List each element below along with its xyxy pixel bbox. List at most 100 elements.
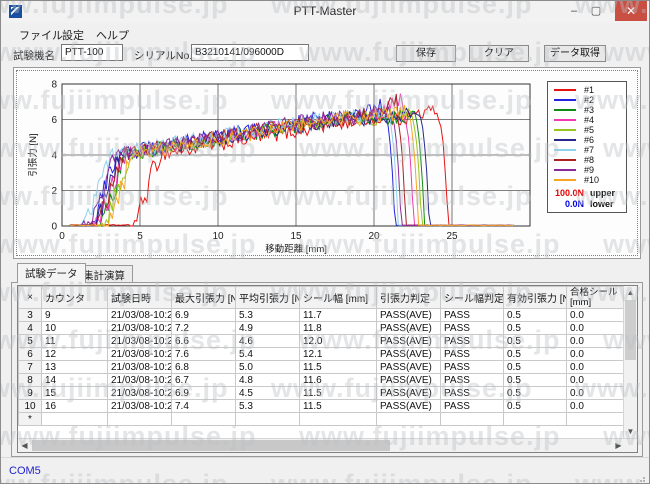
table-cell[interactable]: 5.3 [236,309,300,322]
column-header[interactable]: 平均引張力 [N] [236,287,300,309]
horizontal-scroll-thumb[interactable] [32,440,390,451]
table-cell[interactable]: 21/03/08-10:27 [108,348,172,361]
table-cell[interactable]: PASS(AVE) [377,400,441,413]
table-cell[interactable]: 11.8 [300,322,377,335]
table-cell[interactable]: PASS [441,322,504,335]
table-cell[interactable]: 15 [42,387,108,400]
table-cell[interactable]: 4.6 [236,335,300,348]
table-cell[interactable]: 0.5 [504,335,567,348]
table-cell[interactable]: 6.8 [172,361,236,374]
resize-grip-icon[interactable] [643,477,645,479]
close-button[interactable]: ✕ [615,1,647,21]
table-cell[interactable]: 11.7 [300,309,377,322]
table-cell[interactable]: 21/03/08-10:29 [108,387,172,400]
table-cell[interactable]: 11.5 [300,361,377,374]
table-cell[interactable]: 6.7 [172,374,236,387]
serial-input[interactable] [191,44,309,61]
table-cell[interactable]: 0.0 [567,348,628,361]
table-cell[interactable]: 11.5 [300,387,377,400]
row-header[interactable]: * [19,413,42,426]
column-header[interactable]: シール幅判定 [441,287,504,309]
column-header[interactable]: 最大引張力 [N] [172,287,236,309]
table-cell[interactable] [504,413,567,426]
table-cell[interactable]: PASS(AVE) [377,335,441,348]
table-cell[interactable]: 21/03/08-10:29 [108,400,172,413]
row-header[interactable]: 8 [19,374,42,387]
table-cell[interactable]: 14 [42,374,108,387]
table-cell[interactable]: 0.5 [504,322,567,335]
table-cell[interactable]: 21/03/08-10:28 [108,374,172,387]
table-cell[interactable]: PASS [441,387,504,400]
scroll-down-icon[interactable]: ▼ [624,425,637,438]
table-cell[interactable]: PASS [441,309,504,322]
table-cell[interactable] [172,413,236,426]
menu-item-settings[interactable]: 設定 [58,25,88,45]
table-cell[interactable]: PASS(AVE) [377,309,441,322]
vertical-scroll-thumb[interactable] [625,300,636,360]
table-cell[interactable] [441,413,504,426]
vertical-scrollbar[interactable]: ▲ ▼ [623,286,637,438]
table-cell[interactable]: 21/03/08-10:24 [108,309,172,322]
table-cell[interactable]: 0.0 [567,335,628,348]
table-cell[interactable]: 5.0 [236,361,300,374]
table-cell[interactable]: 0.5 [504,374,567,387]
table-cell[interactable]: 21/03/08-10:27 [108,361,172,374]
row-header[interactable]: 3 [19,309,42,322]
table-cell[interactable] [300,413,377,426]
table-cell[interactable]: 7.4 [172,400,236,413]
row-header[interactable]: 7 [19,361,42,374]
table-cell[interactable]: 9 [42,309,108,322]
table-cell[interactable]: 11.6 [300,374,377,387]
table-cell[interactable]: PASS(AVE) [377,387,441,400]
column-header[interactable]: 有効引張力 [N] [504,287,567,309]
column-header[interactable]: 引張力判定 [377,287,441,309]
table-cell[interactable]: PASS [441,348,504,361]
table-cell[interactable]: PASS(AVE) [377,361,441,374]
table-cell[interactable]: 0.0 [567,374,628,387]
table-cell[interactable]: PASS [441,335,504,348]
table-cell[interactable]: 21/03/08-10:25 [108,322,172,335]
table-cell[interactable]: PASS(AVE) [377,322,441,335]
table-cell[interactable]: 12 [42,348,108,361]
tab-test-data[interactable]: 試験データ [17,263,86,283]
save-button[interactable]: 保存 [396,45,456,62]
table-cell[interactable]: 0.0 [567,309,628,322]
row-header[interactable]: 4 [19,322,42,335]
table-cell[interactable] [567,413,628,426]
scroll-right-icon[interactable]: ▶ [612,439,625,452]
row-header[interactable]: 9 [19,387,42,400]
table-cell[interactable]: PASS [441,400,504,413]
maximize-button[interactable]: ▢ [587,1,605,21]
table-cell[interactable] [108,413,172,426]
horizontal-scrollbar[interactable]: ◀ ▶ [18,438,638,452]
column-header[interactable]: カウンタ [42,287,108,309]
table-cell[interactable]: PASS(AVE) [377,348,441,361]
table-cell[interactable]: 10 [42,322,108,335]
table-cell[interactable]: 0.5 [504,348,567,361]
table-cell[interactable]: 16 [42,400,108,413]
table-cell[interactable]: 5.3 [236,400,300,413]
table-cell[interactable]: 4.9 [236,322,300,335]
table-cell[interactable]: 11 [42,335,108,348]
table-cell[interactable]: 6.9 [172,309,236,322]
table-cell[interactable]: 7.2 [172,322,236,335]
table-cell[interactable]: 0.0 [567,400,628,413]
table-cell[interactable]: 5.4 [236,348,300,361]
table-cell[interactable]: 11.5 [300,400,377,413]
table-cell[interactable]: 7.6 [172,348,236,361]
machine-name-input[interactable] [61,44,123,61]
table-cell[interactable] [42,413,108,426]
table-cell[interactable]: 0.5 [504,309,567,322]
minimize-button[interactable]: – [565,1,583,21]
row-header[interactable]: 10 [19,400,42,413]
table-cell[interactable]: 0.5 [504,387,567,400]
table-cell[interactable]: PASS [441,361,504,374]
row-header[interactable]: 6 [19,348,42,361]
column-header[interactable]: シール幅 [mm] [300,287,377,309]
row-header[interactable]: 5 [19,335,42,348]
table-cell[interactable]: 0.5 [504,400,567,413]
table-cell[interactable]: PASS(AVE) [377,374,441,387]
column-header[interactable]: 試験日時 [108,287,172,309]
table-cell[interactable]: 0.0 [567,361,628,374]
table-cell[interactable]: 0.0 [567,387,628,400]
